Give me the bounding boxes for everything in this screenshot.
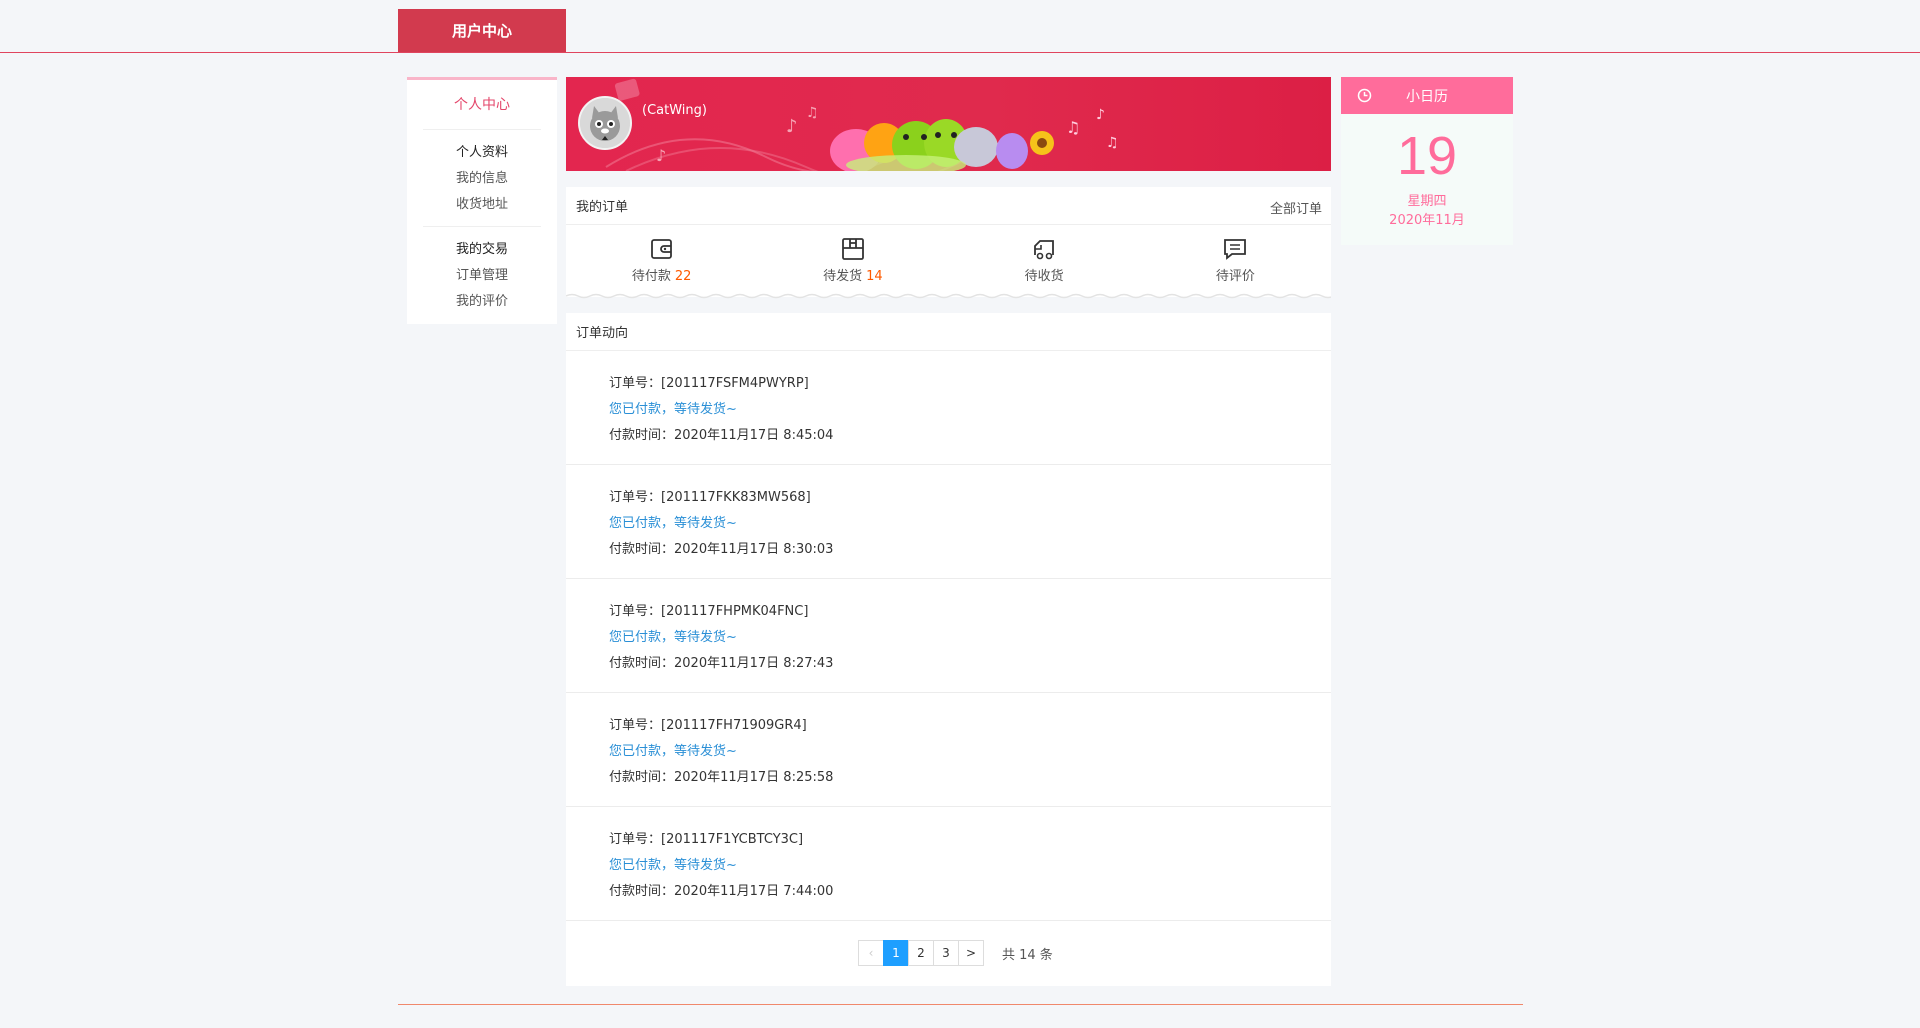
svg-text:♪: ♪ [1096,107,1105,123]
sidebar: 个人中心 个人资料 我的信息 收货地址 我的交易 订单管理 我的评价 [407,77,557,324]
wave-divider [566,293,1331,299]
order-number: 订单号：[201117FKK83MW568] [609,490,811,505]
status-label: 待评价 [1215,268,1255,284]
order-time: 付款时间：2020年11月17日 8:45:04 [609,428,834,443]
status-count: 22 [674,268,692,284]
pagination-prev-button[interactable]: ‹ [858,940,884,966]
footer-divider [398,1004,1523,1005]
status-count: 14 [866,268,883,284]
sidebar-group-trade: 我的交易 订单管理 我的评价 [423,226,541,323]
order-time: 付款时间：2020年11月17日 8:25:58 [609,770,834,785]
mini-calendar: 小日历 19 星期四 2020年11月 [1341,77,1513,245]
order-number: 订单号：[201117FSFM4PWYRP] [609,376,809,391]
cat-avatar-icon [580,98,630,148]
truck-icon [1034,239,1055,259]
list-item: 订单号：[201117FH71909GR4] 您已付款，等待发货~ 付款时间：2… [566,693,1331,807]
calendar-month: 2020年11月 [1389,213,1465,228]
order-time: 付款时间：2020年11月17日 7:44:00 [609,884,834,899]
banner-decoration-image: ♪ ♫ ♪ ♫ ♪ ♫ [605,78,1119,171]
pagination-next-button[interactable]: > [958,940,984,966]
sidebar-item-address[interactable]: 收货地址 [423,192,541,218]
status-pending-payment[interactable]: 待付款 22 [566,225,757,295]
svg-text:♪: ♪ [656,146,666,165]
order-feed-header: 订单动向 [566,313,1331,351]
sidebar-group-title: 个人资料 [455,145,508,160]
username: (CatWing) [642,103,707,118]
status-label: 待发货 [823,268,863,284]
sidebar-item-my-info[interactable]: 我的信息 [423,166,541,192]
order-status-row: 待付款 22 待发货 14 待收货 待评价 [566,225,1331,295]
top-nav-bar: 用户中心 [0,0,1920,53]
all-orders-link[interactable]: 全部订单 [1270,198,1322,217]
svg-text:♫: ♫ [1106,135,1119,151]
svg-text:♪: ♪ [786,116,798,137]
order-message: 您已付款，等待发货~ [609,630,737,645]
list-item: 订单号：[201117F1YCBTCY3C] 您已付款，等待发货~ 付款时间：2… [566,807,1331,921]
profile-banner: ♪ ♫ ♪ ♫ ♪ ♫ (CatWing) [566,77,1331,171]
order-feed-panel: 订单动向 订单号：[201117FSFM4PWYRP] 您已付款，等待发货~ 付… [566,313,1331,986]
list-item: 订单号：[201117FSFM4PWYRP] 您已付款，等待发货~ 付款时间：2… [566,351,1331,465]
status-label: 待付款 [631,268,671,284]
sidebar-item-order-manage[interactable]: 订单管理 [423,263,541,289]
tab-user-center[interactable]: 用户中心 [398,9,566,52]
order-message: 您已付款，等待发货~ [609,402,737,417]
calendar-title: 小日历 [1406,88,1448,105]
list-item: 订单号：[201117FKK83MW568] 您已付款，等待发货~ 付款时间：2… [566,465,1331,579]
pagination-total: 共 14 条 [1002,947,1053,963]
calendar-weekday: 星期四 [1407,194,1447,209]
sidebar-item-personal-center[interactable]: 个人中心 [423,80,541,130]
order-time: 付款时间：2020年11月17日 8:30:03 [609,542,834,557]
svg-text:♫: ♫ [806,105,819,121]
calendar-day: 19 [1396,126,1458,186]
order-number: 订单号：[201117FH71909GR4] [609,718,807,733]
my-orders-title: 我的订单 [576,200,629,215]
status-pending-review[interactable]: 待评价 [1140,225,1331,295]
status-pending-shipment[interactable]: 待发货 14 [757,225,948,295]
order-message: 您已付款，等待发货~ [609,858,737,873]
package-icon [841,237,864,260]
order-number: 订单号：[201117FHPMK04FNC] [609,604,809,619]
order-number: 订单号：[201117F1YCBTCY3C] [609,832,804,847]
order-message: 您已付款，等待发货~ [609,516,737,531]
svg-text:♫: ♫ [1066,118,1080,137]
avatar[interactable] [578,96,632,150]
order-feed-title: 订单动向 [576,326,629,341]
sidebar-item-my-reviews[interactable]: 我的评价 [423,289,541,315]
status-label: 待收货 [1024,268,1064,284]
my-orders-header: 我的订单 全部订单 [566,187,1331,225]
clock-icon [1357,88,1372,103]
wallet-icon [650,238,672,259]
status-pending-receipt[interactable]: 待收货 [949,225,1140,295]
pagination: ‹ 1 2 3 > 共 14 条 [858,940,1053,966]
sidebar-group-title: 我的交易 [455,242,508,257]
list-item: 订单号：[201117FHPMK04FNC] 您已付款，等待发货~ 付款时间：2… [566,579,1331,693]
order-message: 您已付款，等待发货~ [609,744,737,759]
pagination-page-1[interactable]: 1 [883,940,909,966]
sidebar-group-profile: 个人资料 我的信息 收货地址 [423,130,541,226]
pagination-page-3[interactable]: 3 [933,940,959,966]
order-time: 付款时间：2020年11月17日 8:27:43 [609,656,834,671]
my-orders-panel: 我的订单 全部订单 待付款 22 待发货 14 待收货 待评价 [566,187,1331,299]
comment-icon [1224,238,1247,260]
pagination-page-2[interactable]: 2 [908,940,934,966]
calendar-header: 小日历 [1341,77,1513,114]
